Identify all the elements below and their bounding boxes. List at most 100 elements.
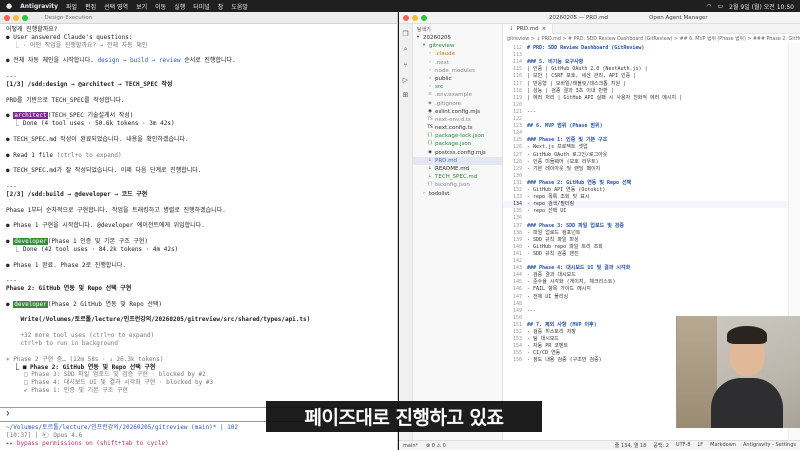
battery-icon[interactable]: ▭ [717, 3, 723, 10]
zoom-window-button[interactable] [421, 14, 427, 21]
terminal-line: □ Phase 4: 대시보드 UI 및 결과 시각화 구현 · blocked… [6, 380, 213, 386]
code-line[interactable]: 136 [503, 215, 800, 222]
language-mode[interactable]: Markdown [710, 442, 736, 449]
menu-item[interactable]: 보기 [136, 2, 147, 11]
status-path: ~/Volumes/토르툴/lecture/인프런강의/20260205/git… [6, 424, 239, 431]
tree-item[interactable]: ◉ eslint.config.mjs [413, 108, 502, 116]
menu-item[interactable]: 이동 [155, 2, 166, 11]
tree-item[interactable]: {} tsconfig.json [413, 181, 502, 189]
app-name[interactable]: Antigravity [20, 3, 58, 10]
code-line[interactable]: 137 ### Phase 3: SDD 파일 업로드 및 검증 [503, 223, 800, 230]
code-line[interactable]: 139 - SDD 규칙 파일 파싱 [503, 237, 800, 244]
tree-item[interactable]: {} package-lock.json [413, 132, 502, 140]
code-line[interactable]: 123 ## 6. MVP 범위 (Phase 범위) [503, 123, 800, 130]
tree-item-label: public [435, 75, 452, 82]
terminal-text: ● TECH_SPEC.md가 잘 작성되었습니다. 이제 다음 단계로 진행합… [6, 167, 202, 175]
tree-item[interactable]: › node_modules [413, 67, 502, 75]
close-window-button[interactable] [4, 14, 10, 21]
code-line[interactable]: 148 [503, 301, 800, 308]
tree-item[interactable]: ▾ 20260205 [413, 34, 502, 42]
extensions-icon[interactable]: ⊞ [403, 91, 409, 99]
code-line[interactable]: 135 - repo 선택 UI [503, 208, 800, 215]
run-debug-icon[interactable]: ▷ [403, 76, 408, 84]
tree-item[interactable]: › .next [413, 59, 502, 67]
menu-item[interactable]: 선택 영역 [104, 2, 128, 11]
settings-indicator[interactable]: Antigravity - Settings [743, 442, 796, 449]
file-type-icon: ◉ [428, 149, 432, 155]
code-line[interactable]: 112 # PRD: SDD Review Dashboard (GitRevie… [503, 45, 800, 52]
terminal-text: ctrl+b to run in background [6, 340, 118, 347]
indentation[interactable]: 공백: 2 [653, 442, 669, 449]
tree-item[interactable]: ↓ README.md [413, 165, 502, 173]
menu-item[interactable]: 편집 [85, 2, 96, 11]
code-line[interactable]: 141 - SDD 규칙 검증 엔진 [503, 251, 800, 258]
tree-item[interactable]: ↓ PRD.md [413, 156, 502, 165]
apple-icon[interactable]: ● [6, 2, 12, 10]
files-icon[interactable]: ❐ [402, 30, 408, 38]
tree-item[interactable]: ≡ .env.example [413, 91, 502, 99]
code-line[interactable]: 121 --- [503, 109, 800, 116]
code-text: - 전체 UI 폴리싱 [527, 293, 569, 300]
tree-item[interactable]: › public [413, 75, 502, 83]
minimize-window-button[interactable] [412, 14, 418, 21]
code-line[interactable]: 130 [503, 173, 800, 180]
code-line[interactable]: 147 - 전체 UI 폴리싱 [503, 294, 800, 301]
tree-item[interactable]: ◉ postcss.config.mjs [413, 149, 502, 157]
encoding[interactable]: UTF-8 [676, 442, 691, 449]
tab-prd-md[interactable]: ↓ PRD.md × [503, 23, 554, 34]
terminal-line: ⎿ Done (4 tool uses · 50.6k tokens · 3m … [6, 120, 175, 128]
tree-item[interactable]: TS next-env.d.ts [413, 116, 502, 124]
line-number: 124 [512, 130, 522, 137]
terminal-line: +32 more tool uses (ctrl+o to expand) [6, 333, 154, 339]
problems-indicator[interactable]: ⊗ 0 ⚠ 0 [426, 443, 446, 449]
code-line[interactable]: 138 - 파일 업로드 컴포넌트 [503, 230, 800, 237]
menu-item[interactable]: 터미널 [193, 2, 210, 11]
open-agent-manager-button[interactable]: Open Agent Manager [649, 15, 708, 21]
wifi-icon[interactable]: ◠ [706, 3, 711, 10]
tree-item[interactable]: ▾ gitreview [413, 42, 502, 50]
menu-item[interactable]: 창 [218, 2, 224, 11]
code-line[interactable]: 131 ### Phase 2: GitHub 연동 및 Repo 선택 [503, 180, 800, 187]
tree-item[interactable]: ◆ .gitignore [413, 100, 502, 108]
line-number: 130 [512, 172, 522, 179]
tree-item-label: tsconfig.json [435, 182, 470, 189]
code-line[interactable]: 128 - 인증 미들웨어 (보호 라우트) [503, 159, 800, 166]
breadcrumb[interactable]: gitreview > ↓ PRD.md > # PRD: SDD Review… [503, 34, 800, 42]
code-line[interactable]: 120 [503, 102, 800, 109]
prompt-input[interactable]: ❯ [6, 411, 10, 417]
code-line[interactable]: 116 | 보안 | CSRF 보호, 세션 관리, API 인증 | [503, 73, 800, 80]
tree-item[interactable]: › src [413, 83, 502, 91]
code-line[interactable]: 118 | 성능 | 검증 결과 3초 이내 반환 | [503, 88, 800, 95]
code-line[interactable]: 126 - Next.js 프로젝트 셋업 [503, 144, 800, 151]
terminal-text: ⎿ Done (4 tool uses · 50.6k tokens · 3m … [6, 120, 175, 128]
terminal-line: □ Phase 3: SDD 파일 업로드 및 검증 구현 · blocked … [6, 372, 206, 378]
zoom-window-button[interactable] [22, 14, 28, 21]
code-line[interactable]: 119 | 에러 처리 | GitHub API 실패 시 사용자 친화적 에러 … [503, 95, 800, 102]
tree-item[interactable]: › todolist [413, 190, 502, 198]
minimize-window-button[interactable] [13, 14, 19, 21]
code-line[interactable]: 140 - GitHub repo 파일 트리 조회 [503, 244, 800, 251]
code-line[interactable]: 127 - GitHub OAuth 로그인/로그아웃 [503, 152, 800, 159]
search-icon[interactable]: ⌕ [404, 45, 408, 54]
code-text: - FAIL 항목 가이드 메시지 [527, 286, 591, 293]
close-window-button[interactable] [403, 14, 409, 21]
clock[interactable]: 2월 9일 (월) 오전 10:50 [729, 2, 794, 11]
end-of-line[interactable]: LF [698, 442, 704, 449]
code-line[interactable]: 129 - 기본 레이아웃 및 랜딩 페이지 [503, 166, 800, 173]
cursor-position[interactable]: 줄 134, 열 18 [615, 442, 646, 449]
code-line[interactable]: 117 | 반응형 | 모바일/태블릿/데스크톱 지원 | [503, 81, 800, 88]
tree-item[interactable]: TS next.config.ts [413, 124, 502, 132]
menu-item[interactable]: 도움말 [231, 2, 248, 11]
menu-item[interactable]: 실행 [174, 2, 185, 11]
close-tab-icon[interactable]: × [542, 26, 547, 32]
source-control-icon[interactable]: ⑂ [403, 61, 407, 69]
code-line[interactable]: 149 --- [503, 308, 800, 315]
terminal-output[interactable]: 어떻게 진행할까요? ● User answered Claude's quest… [0, 25, 398, 450]
menu-item[interactable]: 파일 [66, 2, 77, 11]
branch-indicator[interactable]: main* [403, 443, 418, 449]
tree-item[interactable]: › .claude [413, 50, 502, 58]
code-text: ## 7. 제외 사항 (MVP 이후) [527, 321, 597, 328]
code-line[interactable]: 146 - FAIL 항목 가이드 메시지 [503, 286, 800, 293]
tree-item[interactable]: {} package.json [413, 140, 502, 148]
tree-item[interactable]: ↓ TECH_SPEC.md [413, 173, 502, 181]
